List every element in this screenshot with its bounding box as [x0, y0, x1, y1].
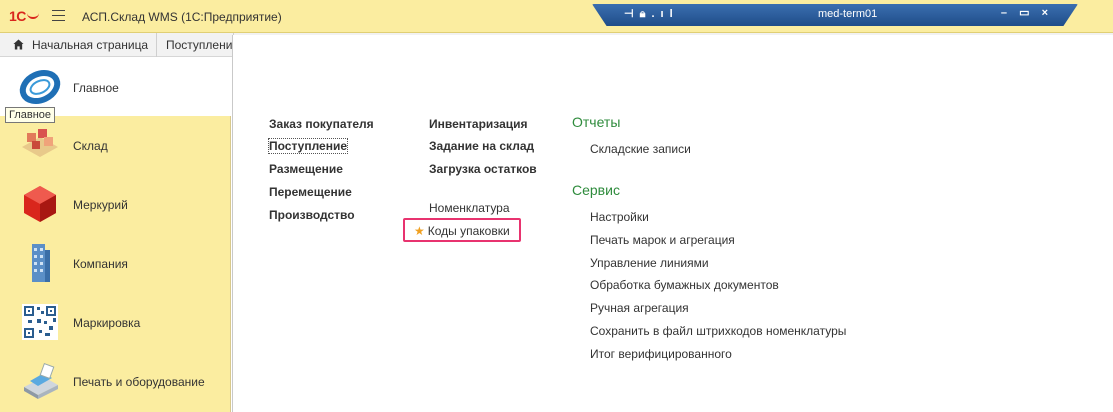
sidebar-item-mercury[interactable]: Меркурий	[0, 175, 231, 233]
restore-icon[interactable]: ▭	[1019, 7, 1029, 19]
sidebar-item-marking[interactable]: Маркировка	[0, 293, 231, 351]
sidebar-item-warehouse[interactable]: Склад	[0, 116, 231, 174]
sidebar-item-label: Компания	[73, 257, 128, 271]
qr-code-icon	[22, 304, 58, 340]
home-icon	[13, 39, 24, 50]
link-line-management[interactable]: Управление линиями	[590, 256, 709, 270]
warehouse-icon	[22, 129, 58, 157]
sidebar-item-label: Главное	[73, 81, 119, 95]
link-manual-aggregation[interactable]: Ручная агрегация	[590, 301, 689, 315]
app-title: АСП.Склад WMS (1С:Предприятие)	[82, 10, 282, 24]
link-paper-documents[interactable]: Обработка бумажных документов	[590, 278, 779, 292]
link-load-balances[interactable]: Загрузка остатков	[429, 162, 537, 176]
star-favorite-icon[interactable]: ★	[414, 224, 425, 238]
signal-icon: .ıl	[651, 8, 679, 20]
remote-window-controls: – ▭ ×	[992, 6, 1048, 19]
link-settings[interactable]: Настройки	[590, 210, 649, 224]
remote-host-name: med-term01	[818, 8, 878, 20]
sidebar-item-label: Склад	[73, 139, 108, 153]
app-logo[interactable]: 1С	[9, 8, 39, 24]
link-movement[interactable]: Перемещение	[269, 185, 352, 199]
sidebar-item-label: Меркурий	[73, 198, 128, 212]
company-building-icon	[32, 244, 50, 282]
section-title-reports: Отчеты	[572, 114, 621, 130]
link-receipt[interactable]: Поступление	[267, 138, 349, 154]
tab-receipt-label: Поступление	[166, 38, 234, 52]
printer-equipment-icon	[24, 363, 58, 399]
link-package-codes[interactable]: ★ Коды упаковки	[414, 224, 510, 238]
link-customer-order[interactable]: Заказ покупателя	[269, 117, 374, 131]
section-title-service: Сервис	[572, 182, 620, 198]
link-production[interactable]: Производство	[269, 208, 355, 222]
sidebar-item-label: Маркировка	[73, 316, 141, 330]
link-package-codes-label: Коды упаковки	[427, 224, 510, 238]
minimize-icon[interactable]: –	[1001, 7, 1007, 19]
link-nomenclature[interactable]: Номенклатура	[429, 201, 510, 215]
lock-icon[interactable]: 🔒︎	[640, 8, 652, 20]
mercury-cube-icon	[24, 186, 56, 222]
close-icon[interactable]: ×	[1042, 7, 1048, 19]
link-warehouse-records[interactable]: Складские записи	[590, 142, 691, 156]
main-logo-icon	[19, 69, 61, 105]
link-inventory[interactable]: Инвентаризация	[429, 117, 528, 131]
tab-receipt[interactable]: Поступление	[158, 33, 234, 57]
tab-home-label: Начальная страница	[32, 38, 149, 52]
remote-session-bar[interactable]: ⊣🔒︎.ıl med-term01 – ▭ ×	[592, 4, 1078, 26]
link-placement[interactable]: Размещение	[269, 162, 343, 176]
pin-icon[interactable]: ⊣	[624, 8, 640, 20]
title-bar: 1С АСП.Склад WMS (1С:Предприятие) ⊣🔒︎.ıl…	[0, 0, 1113, 33]
sidebar-tooltip: Главное	[5, 107, 56, 123]
sidebar-item-company[interactable]: Компания	[0, 234, 231, 292]
hamburger-menu-icon[interactable]	[52, 10, 65, 21]
remote-bar-icons[interactable]: ⊣🔒︎.ıl	[624, 7, 679, 21]
sidebar-item-print-equipment[interactable]: Печать и оборудование	[0, 352, 231, 410]
link-warehouse-task[interactable]: Задание на склад	[429, 139, 534, 153]
link-save-barcodes-file[interactable]: Сохранить в файл штрихкодов номенклатуры	[590, 324, 846, 338]
link-verified-total[interactable]: Итог верифицированного	[590, 347, 732, 361]
link-print-marks-aggregation[interactable]: Печать марок и агрегация	[590, 233, 735, 247]
tab-home[interactable]: Начальная страница	[0, 33, 157, 57]
sidebar-item-label: Печать и оборудование	[73, 375, 205, 389]
